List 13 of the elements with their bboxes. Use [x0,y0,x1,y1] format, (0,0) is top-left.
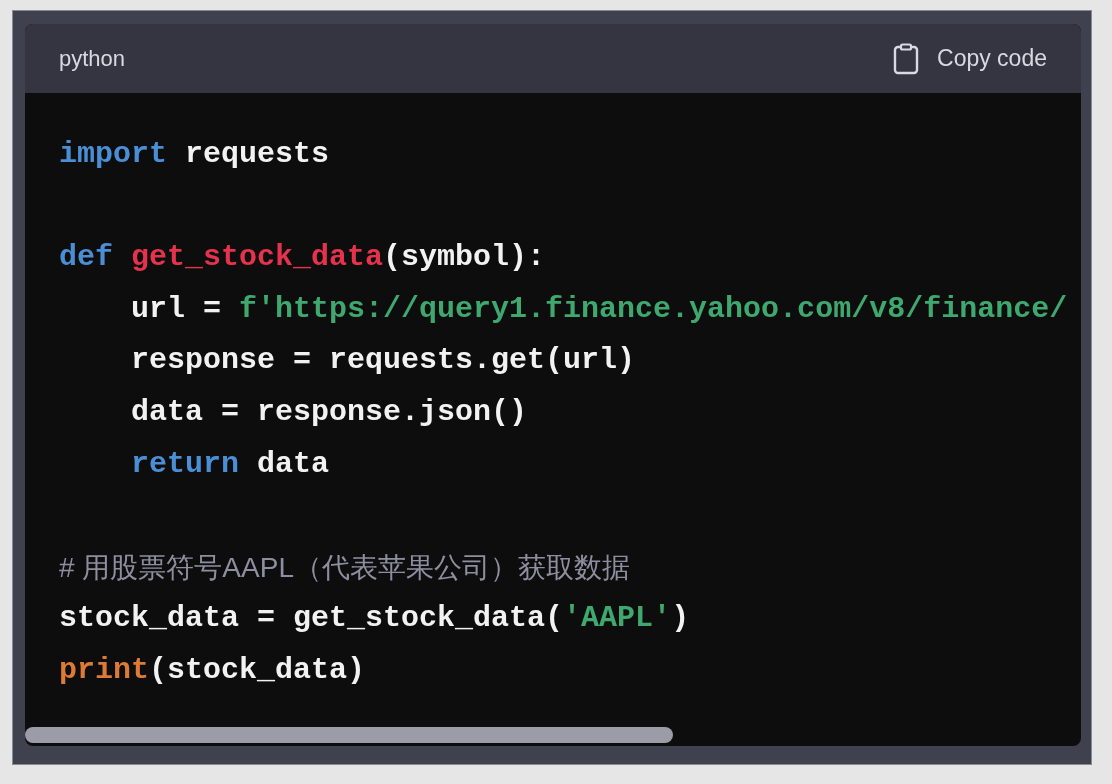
code-line: data = response.json() [130,393,528,431]
code-line: print(stock_data) [59,651,366,689]
code-line: import requests [59,136,330,173]
clipboard-icon [893,42,920,75]
code-line: stock_data = get_stock_data('AAPL') [59,600,690,638]
language-label: python [59,45,126,72]
copy-code-button[interactable]: Copy code [893,42,1047,75]
code-comment: # 用股票符号AAPL（代表苹果公司）获取数据 [59,550,630,585]
code-line: url = f'https://query1.finance.yahoo.com/v8/finance/ [130,290,1068,328]
code-line: def get_stock_data(symbol): [59,239,546,277]
code-line: return data [130,445,330,483]
code-line: response = requests.get(url) [130,342,636,380]
scrollbar-thumb[interactable] [25,727,673,743]
